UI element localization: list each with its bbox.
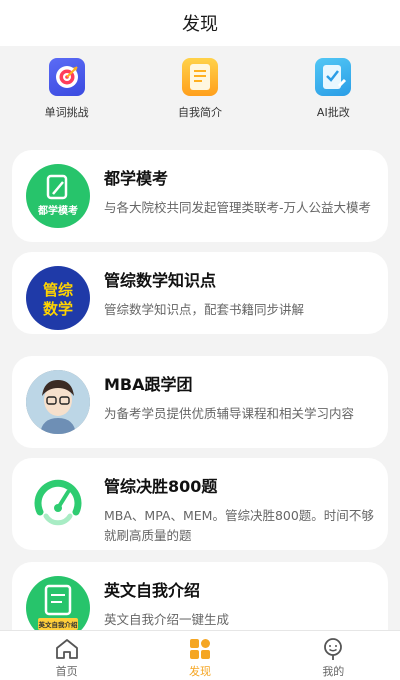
mba-group-avatar <box>26 370 90 434</box>
quick-action-label: 自我简介 <box>177 106 222 119</box>
800-questions-thumb <box>26 472 90 536</box>
bottom-tab-bar: 首页 发现 我的 <box>0 630 400 680</box>
card-title: 管综决胜800题 <box>104 477 218 496</box>
card-title: 都学模考 <box>104 169 169 188</box>
card-800-questions[interactable]: 管综决胜800题 MBA、MPA、MEM。管综决胜800题。时间不够就刷高质量的… <box>12 458 388 550</box>
quick-action-label: AI批改 <box>316 106 350 119</box>
tab-discover[interactable]: 发现 <box>133 631 266 680</box>
card-math-points[interactable]: 管综 数学 管综数学知识点 管综数学知识点，配套书籍同步讲解 <box>12 252 388 334</box>
quick-actions: 单词挑战 自我简介 AI批改 <box>0 58 400 138</box>
math-points-thumb: 管综 数学 <box>26 266 90 330</box>
thumb-text-1: 管综 <box>43 281 73 299</box>
tab-profile[interactable]: 我的 <box>267 631 400 680</box>
card-title: MBA跟学团 <box>104 375 193 394</box>
profile-icon <box>324 638 343 660</box>
card-mba-group[interactable]: MBA跟学团 为备考学员提供优质辅导课程和相关学习内容 <box>12 356 388 448</box>
pen-check-icon <box>315 58 352 96</box>
card-desc: 为备考学员提供优质辅导课程和相关学习内容 <box>104 406 355 421</box>
target-icon <box>48 58 85 96</box>
mock-exam-thumb: 都学模考 <box>26 164 90 228</box>
home-icon <box>55 639 78 659</box>
card-desc: 英文自我介绍一键生成 <box>104 612 230 627</box>
quick-action-label: 单词挑战 <box>44 106 89 119</box>
avatar-icon <box>26 370 90 434</box>
tab-label: 发现 <box>188 665 211 678</box>
edit-icon: 都学模考 <box>37 174 78 217</box>
card-desc: MBA、MPA、MEM。管综决胜800题。时间不够就刷高质量的题 <box>104 508 374 543</box>
tab-home[interactable]: 首页 <box>0 631 133 680</box>
math-book-icon: 管综 数学 <box>43 281 73 318</box>
tab-label: 我的 <box>322 665 345 678</box>
tab-label: 首页 <box>55 665 78 678</box>
quick-action-ai-correct[interactable]: AI批改 <box>267 58 400 138</box>
quick-action-self-intro[interactable]: 自我简介 <box>133 58 266 138</box>
thumb-text-2: 数学 <box>43 300 73 318</box>
thumb-text: 英文自我介绍 <box>38 620 79 629</box>
card-mock-exam[interactable]: 都学模考 都学模考 与各大院校共同发起管理类联考-万人公益大模考 <box>12 150 388 242</box>
card-title: 英文自我介绍 <box>104 581 201 600</box>
card-desc: 管综数学知识点，配套书籍同步讲解 <box>104 302 305 317</box>
card-desc: 与各大院校共同发起管理类联考-万人公益大模考 <box>104 200 372 215</box>
discover-icon <box>189 639 210 659</box>
page-title: 发现 <box>182 14 218 35</box>
gauge-icon <box>34 479 82 526</box>
quick-action-word-challenge[interactable]: 单词挑战 <box>0 58 133 138</box>
thumb-text: 都学模考 <box>37 204 78 217</box>
document-icon <box>181 58 218 96</box>
top-bar: 发现 <box>0 0 400 46</box>
card-title: 管综数学知识点 <box>104 271 217 290</box>
